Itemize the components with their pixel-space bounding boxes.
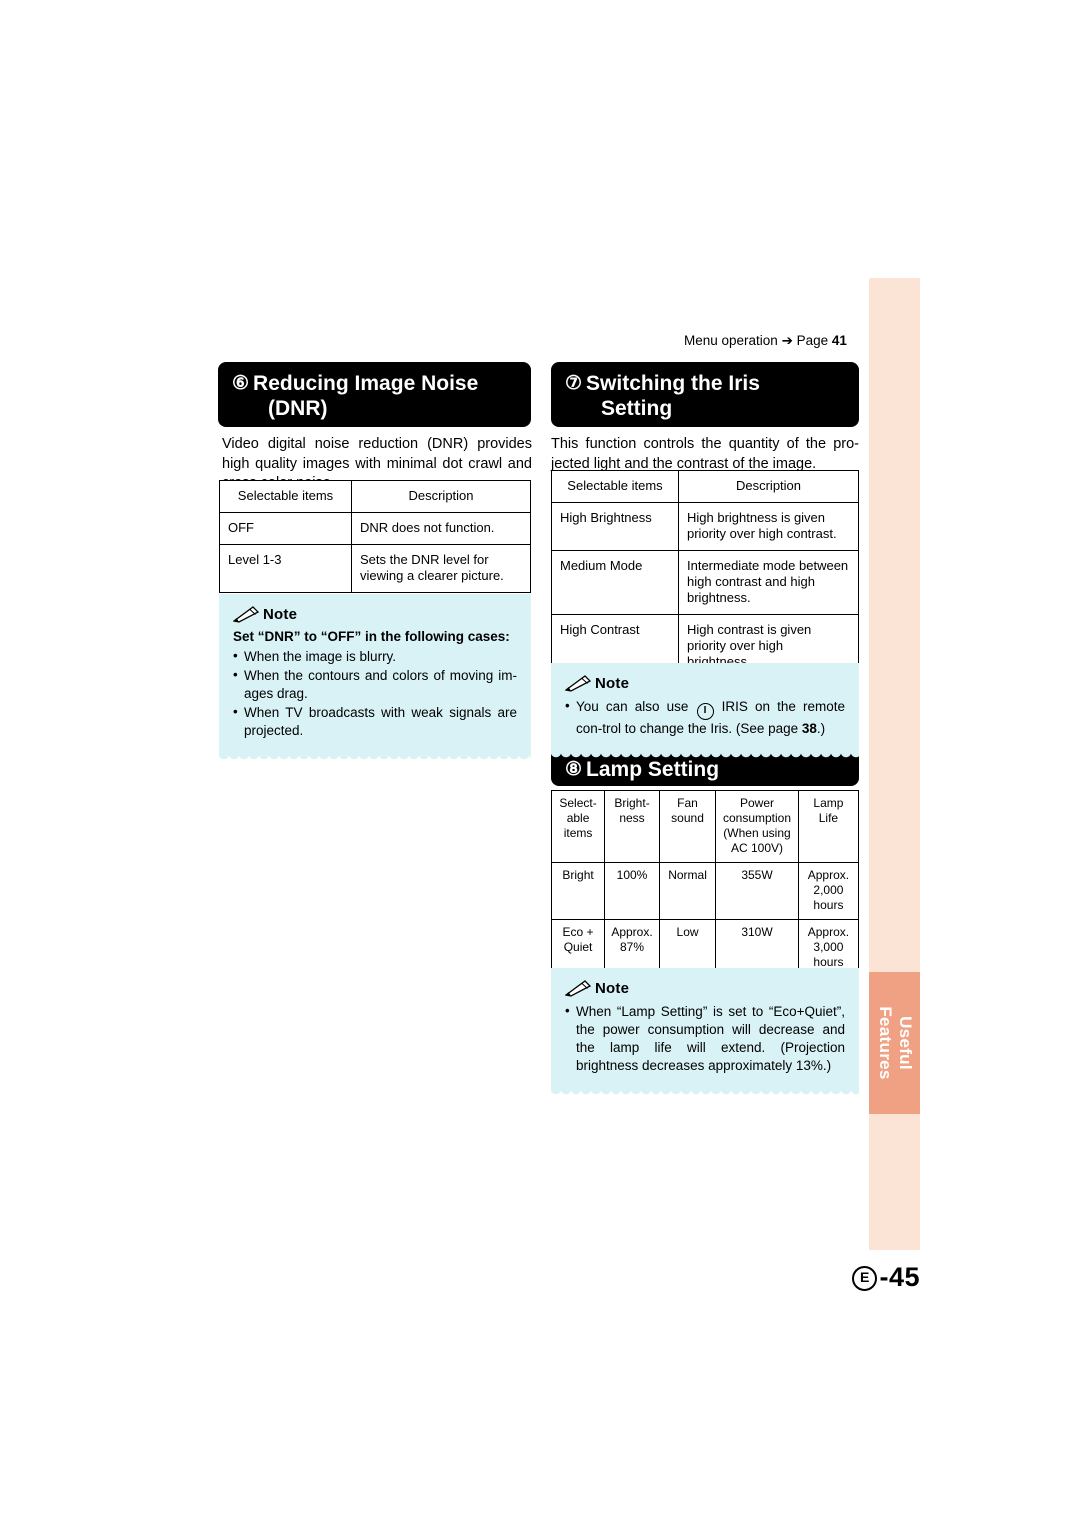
table-cell: High brightness is given priority over h…	[678, 502, 859, 551]
table-cell: OFF	[219, 512, 352, 545]
list-item: When the image is blurry.	[233, 647, 517, 666]
table-row: Level 1-3 Sets the DNR level for viewing…	[219, 544, 531, 593]
table-lamp: Select-able items Bright-ness Fan sound …	[550, 790, 860, 977]
note-iris: Note You can also use I IRIS on the remo…	[551, 663, 859, 761]
table-row: Medium Mode Intermediate mode between hi…	[551, 550, 859, 615]
table-row: Bright 100% Normal 355W Approx. 2,000 ho…	[550, 862, 860, 920]
section-title-iris-line1: Switching the Iris	[586, 372, 760, 395]
table-iris: Selectable items Description High Bright…	[551, 470, 859, 679]
table-cell: Bright	[550, 862, 606, 920]
section-title-dnr-line1: Reducing Image Noise	[253, 372, 479, 395]
page-number-value: -45	[879, 1262, 920, 1292]
table-cell: Medium Mode	[551, 550, 679, 615]
note-title: Note	[263, 606, 298, 623]
table-row: High Brightness High brightness is given…	[551, 502, 859, 551]
table-cell: Normal	[658, 862, 717, 920]
table-cell: 355W	[715, 862, 799, 920]
note-list: When the image is blurry. When the conto…	[233, 647, 517, 740]
section-number-6: ⑥	[232, 373, 250, 394]
list-item: You can also use I IRIS on the remote co…	[565, 697, 845, 738]
dnr-word: DNR)	[275, 397, 328, 420]
table-header-cell: Description	[678, 470, 859, 503]
list-item: When TV broadcasts with weak signals are…	[233, 703, 517, 740]
note-title: Note	[595, 675, 630, 692]
table-cell: Level 1-3	[219, 544, 352, 593]
pencil-icon	[565, 675, 591, 692]
table-cell: Intermediate mode between high contrast …	[678, 550, 859, 615]
menu-operation-page-label: Page	[792, 333, 832, 348]
note-text-part1: You can also use	[576, 699, 696, 714]
table-header-cell: Selectable items	[219, 480, 352, 513]
pencil-icon	[565, 980, 591, 997]
page-reference: 38	[801, 721, 817, 736]
menu-operation-page-number: 41	[831, 333, 847, 348]
table-header-cell: Lamp Life	[797, 790, 860, 863]
menu-operation-text: Menu operation	[684, 333, 782, 348]
table-cell: DNR does not function.	[351, 512, 531, 545]
page-number: E -45	[852, 1262, 920, 1293]
section-title-lamp: Lamp Setting	[586, 758, 720, 781]
pencil-icon	[233, 606, 259, 623]
section-title-iris-line2: Setting	[601, 397, 673, 420]
section-number-7: ⑦	[565, 373, 583, 394]
document-page: Useful Features Menu operation ➔ Page 41…	[0, 0, 1080, 1528]
note-dnr: Note Set “DNR” to “OFF” in the following…	[219, 594, 531, 763]
table-header-cell: Selectable items	[551, 470, 679, 503]
table-row: Selectable items Description	[219, 480, 531, 513]
table-dnr: Selectable items Description OFF DNR doe…	[219, 480, 531, 593]
paren-open: (	[268, 397, 275, 420]
side-tab-line1: Useful	[896, 1016, 915, 1070]
list-item: When “Lamp Setting” is set to “Eco+Quiet…	[565, 1002, 845, 1075]
section-title-dnr-line2: (DNR)	[232, 396, 519, 421]
table-cell: Sets the DNR level for viewing a clearer…	[351, 544, 531, 593]
note-list: You can also use I IRIS on the remote co…	[565, 697, 845, 738]
list-item: When the contours and colors of moving i…	[233, 666, 517, 703]
note-title: Note	[595, 980, 630, 997]
table-row: Select-able items Bright-ness Fan sound …	[550, 790, 860, 863]
note-list: When “Lamp Setting” is set to “Eco+Quiet…	[565, 1002, 845, 1075]
arrow-icon: ➔	[781, 333, 793, 348]
table-row: OFF DNR does not function.	[219, 512, 531, 545]
note-text-part3: .)	[816, 721, 826, 736]
page-number-prefix: E	[852, 1266, 878, 1291]
table-cell: Approx. 2,000 hours	[797, 862, 860, 920]
table-header-cell: Description	[351, 480, 531, 513]
table-header-cell: Bright-ness	[604, 790, 660, 863]
section-header-iris: ⑦ Switching the Iris Setting	[551, 362, 859, 427]
table-cell: High Brightness	[551, 502, 679, 551]
side-tab-line2: Features	[876, 1006, 895, 1080]
table-header-cell: Power consumption (When using AC 100V)	[715, 790, 799, 863]
paragraph-iris: This function controls the quantity of t…	[551, 436, 859, 472]
table-cell: 100%	[604, 862, 660, 920]
note-subtitle: Set “DNR” to “OFF” in the following case…	[233, 629, 510, 644]
table-row: Selectable items Description	[551, 470, 859, 503]
menu-operation-note: Menu operation ➔ Page 41	[684, 333, 847, 349]
table-header-cell: Fan sound	[658, 790, 717, 863]
table-header-cell: Select-able items	[550, 790, 606, 863]
section-header-dnr: ⑥ Reducing Image Noise (DNR)	[218, 362, 531, 427]
side-tab-label: Useful Features	[869, 972, 920, 1114]
note-lamp: Note When “Lamp Setting” is set to “Eco+…	[551, 968, 859, 1098]
iris-button-icon: I	[696, 703, 714, 720]
